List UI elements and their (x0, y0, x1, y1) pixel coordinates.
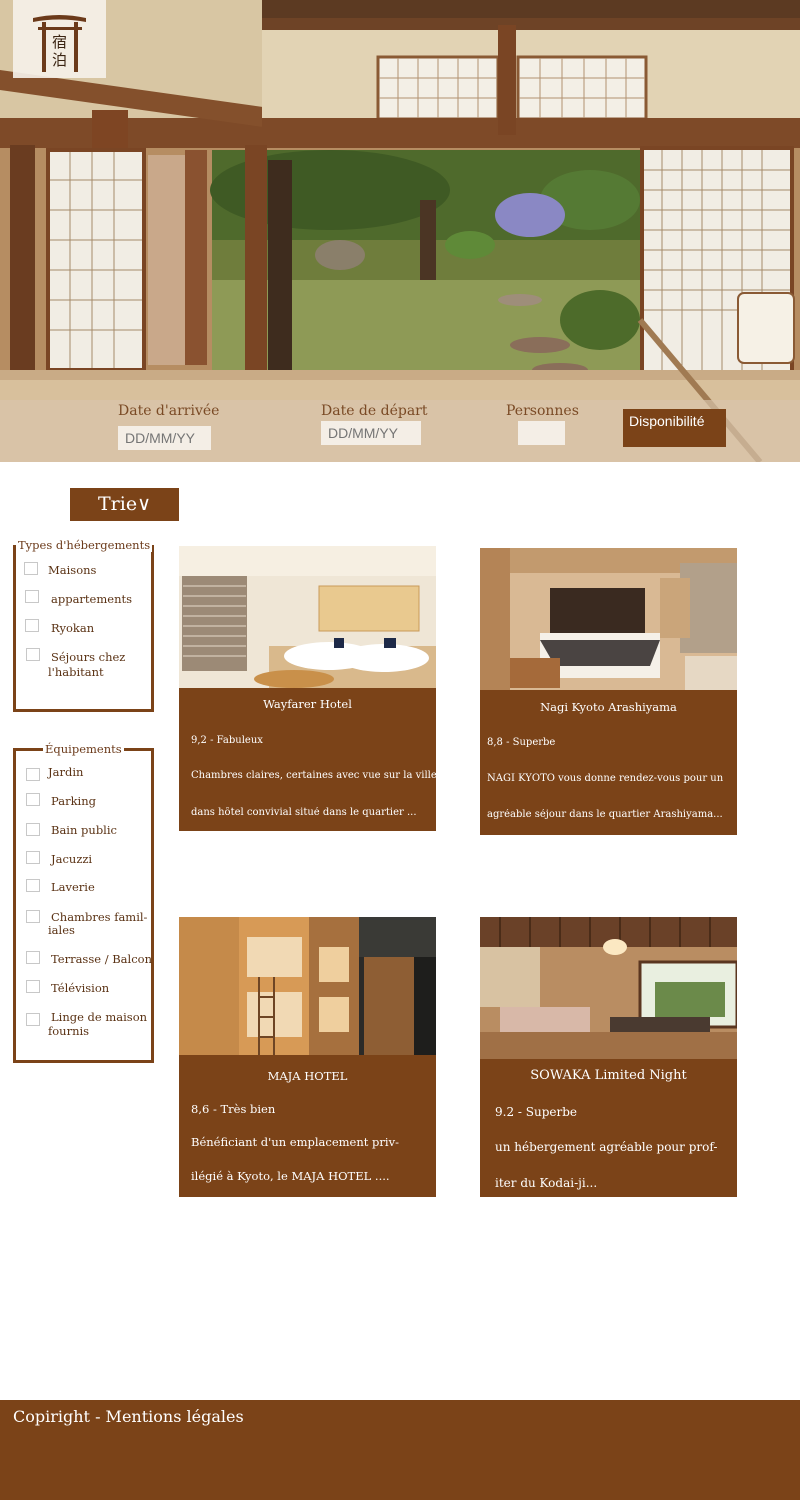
hotel-card-wayfarer[interactable]: Wayfarer Hotel 9,2 - Fabuleux Chambres c… (179, 546, 436, 831)
checkbox-ryokan[interactable] (25, 619, 39, 632)
label-linge-line2: fournis (48, 1024, 90, 1038)
checkbox-maisons[interactable] (24, 562, 38, 575)
checkbox-parking[interactable] (26, 793, 40, 806)
checkbox-linge-maison[interactable] (26, 1013, 40, 1026)
hotel-description-line1: NAGI KYOTO vous donne rendez-vous pour u… (487, 773, 724, 784)
checkbox-bain-public[interactable] (26, 823, 40, 836)
sort-button[interactable]: Trie∨ (70, 488, 179, 521)
checkbox-jardin[interactable] (26, 768, 40, 781)
hero-banner: 宿 泊 (0, 0, 800, 462)
departure-date-input[interactable] (321, 421, 421, 445)
checkbox-television[interactable] (26, 980, 40, 993)
hotel-description-line2: iter du Kodai-ji... (495, 1176, 598, 1190)
hotel-photo-wayfarer (179, 546, 436, 688)
ryokan-garden-photo (0, 0, 800, 462)
label-appartements: appartements (51, 592, 132, 606)
hotel-description-line1: Bénéficiant d'un emplacement priv- (191, 1135, 399, 1149)
logo-char-bottom: 泊 (51, 51, 67, 69)
hotel-rating: 9.2 - Superbe (495, 1105, 578, 1119)
logo[interactable]: 宿 泊 (13, 0, 106, 78)
hotel-rating: 9,2 - Fabuleux (191, 735, 263, 746)
label-terrasse-balcon: Terrasse / Balcon (51, 952, 152, 966)
hotel-name[interactable]: MAJA HOTEL (179, 1069, 436, 1083)
label-television: Télévision (51, 981, 110, 995)
hotel-photo-maja (179, 917, 436, 1055)
logo-char-top: 宿 (51, 33, 67, 51)
hotel-card-nagi[interactable]: Nagi Kyoto Arashiyama 8,8 - Superbe NAGI… (480, 548, 737, 835)
label-jardin: Jardin (48, 765, 84, 779)
label-sejours-line2: l'habitant (48, 665, 104, 679)
hotel-name[interactable]: Nagi Kyoto Arashiyama (480, 700, 737, 714)
availability-button[interactable]: Disponibilité (623, 409, 726, 447)
checkbox-laverie[interactable] (26, 879, 40, 892)
footer: Copiright - Mentions légales (0, 1400, 800, 1500)
accommodation-type-title: Types d'hébergements (16, 538, 153, 552)
arrival-date-input[interactable] (118, 426, 211, 450)
hotel-description-line2: agréable séjour dans le quartier Arashiy… (487, 809, 723, 820)
label-bain-public: Bain public (51, 823, 117, 837)
label-sejours-line1: Séjours chez (51, 650, 126, 664)
checkbox-jacuzzi[interactable] (26, 851, 40, 864)
checkbox-sejours-habitant[interactable] (26, 648, 40, 661)
label-laverie: Laverie (51, 880, 95, 894)
hotel-card-sowaka[interactable]: SOWAKA Limited Night 9.2 - Superbe un hé… (480, 917, 737, 1197)
hotel-card-maja[interactable]: MAJA HOTEL 8,6 - Très bien Bénéficiant d… (179, 917, 436, 1197)
hotel-rating: 8,6 - Très bien (191, 1102, 276, 1116)
label-chambres-line2: iales (48, 923, 75, 937)
hotel-description-line1: un hébergement agréable pour prof- (495, 1140, 718, 1154)
label-ryokan: Ryokan (51, 621, 95, 635)
hotel-description-line2: ilégié à Kyoto, le MAJA HOTEL .... (191, 1169, 390, 1183)
hotel-photo-sowaka (480, 917, 737, 1059)
arrival-label: Date d'arrivée (118, 403, 220, 419)
hotel-rating: 8,8 - Superbe (487, 737, 556, 748)
equipment-title: Équipements (43, 742, 124, 756)
footer-legal-link[interactable]: Copiright - Mentions légales (13, 1407, 244, 1426)
persons-label: Personnes (506, 403, 579, 419)
hotel-name[interactable]: Wayfarer Hotel (179, 697, 436, 711)
hotel-name[interactable]: SOWAKA Limited Night (480, 1068, 737, 1083)
checkbox-chambres-familiales[interactable] (26, 910, 40, 923)
hotel-description-line2: dans hôtel convivial situé dans le quart… (191, 807, 417, 818)
departure-label: Date de départ (321, 403, 428, 419)
label-parking: Parking (51, 794, 96, 808)
checkbox-terrasse-balcon[interactable] (26, 951, 40, 964)
hotel-photo-nagi (480, 548, 737, 690)
label-jacuzzi: Jacuzzi (51, 852, 93, 866)
checkbox-appartements[interactable] (25, 590, 39, 603)
persons-input[interactable] (518, 421, 565, 445)
label-linge-line1: Linge de maison (51, 1010, 148, 1024)
hotel-description-line1: Chambres claires, certaines avec vue sur… (191, 770, 436, 781)
label-maisons: Maisons (48, 563, 97, 577)
